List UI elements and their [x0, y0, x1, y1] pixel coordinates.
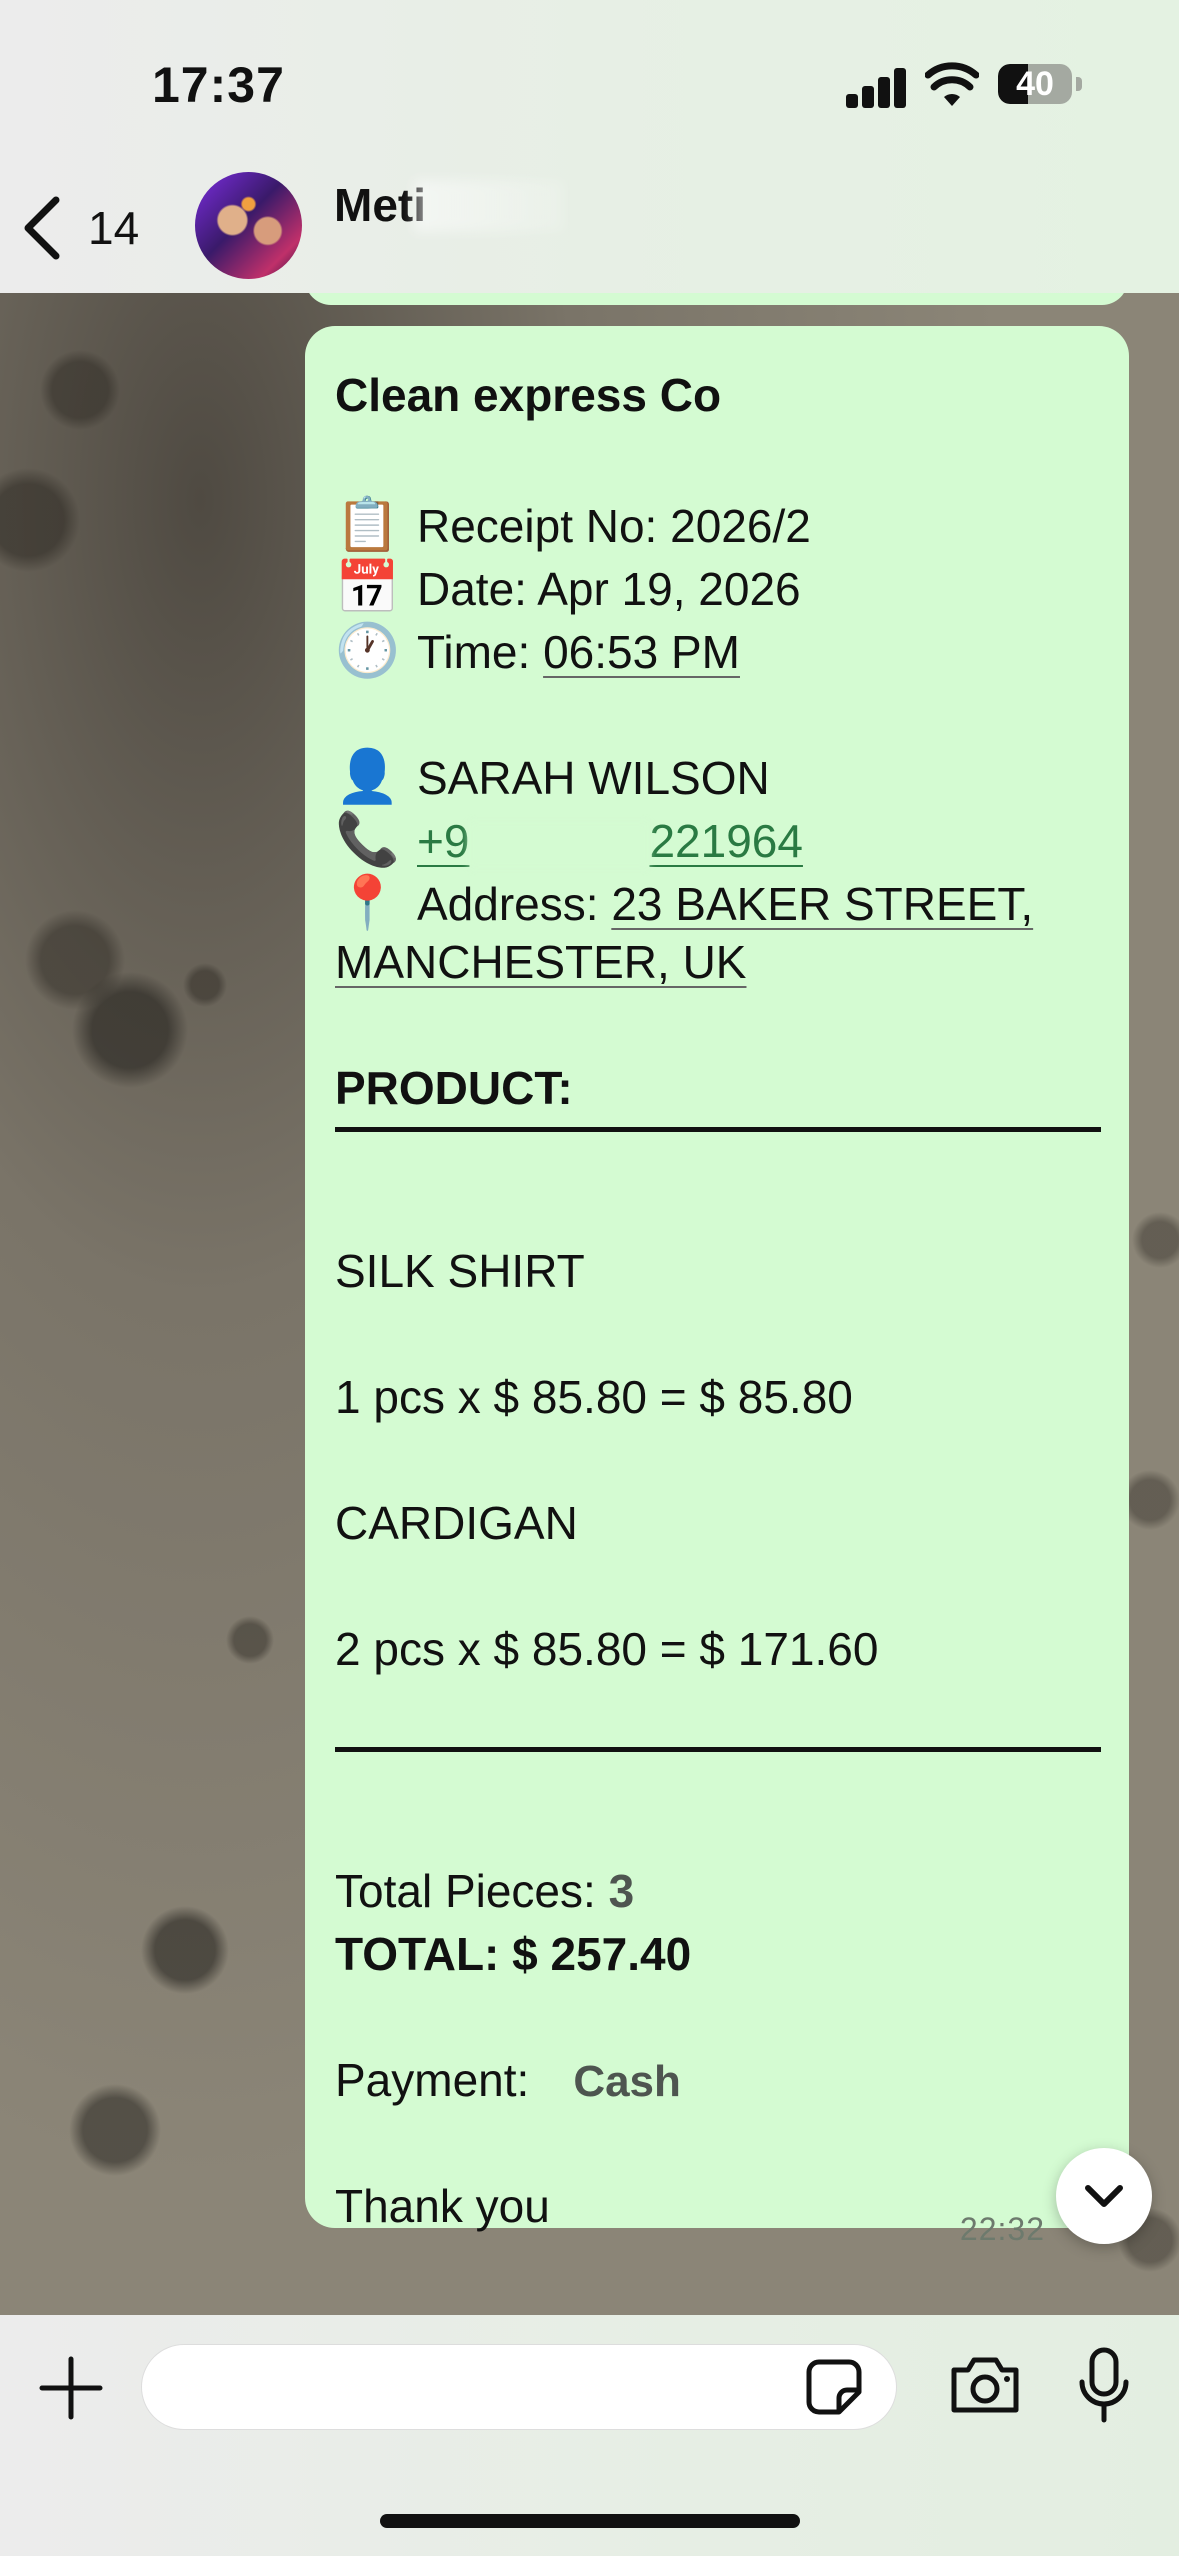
- status-time: 17:37: [152, 57, 285, 113]
- person-icon: 👤: [335, 748, 400, 806]
- payment-method: Cash: [573, 2057, 681, 2106]
- scroll-to-bottom-button[interactable]: [1056, 2148, 1152, 2244]
- pin-icon: 📍: [335, 874, 400, 932]
- total-amount: TOTAL: $ 257.40: [335, 1928, 692, 1980]
- total-pieces-label: Total Pieces:: [335, 1865, 609, 1917]
- camera-icon[interactable]: [948, 2352, 1022, 2418]
- time-link[interactable]: 06:53 PM: [543, 626, 740, 678]
- battery-icon: 40: [998, 64, 1072, 104]
- receipt-line: 📋 Receipt No: 2026/2: [335, 494, 811, 555]
- phone-icon: 📞: [335, 811, 400, 869]
- contact-avatar[interactable]: [195, 172, 302, 279]
- address-label: Address:: [417, 878, 612, 930]
- chevron-left-icon: [24, 196, 60, 260]
- battery-level: 40: [1016, 65, 1054, 103]
- message-timestamp: 22:32: [959, 2211, 1045, 2247]
- item-name: CARDIGAN: [335, 1497, 578, 1549]
- divider-bottom: [335, 1747, 1101, 1752]
- chat-area[interactable]: Clean express Co 📋 Receipt No: 2026/2 📅 Da…: [0, 293, 1179, 2315]
- thank-you-text: Thank you: [335, 2180, 550, 2232]
- phone-line: 📞 +9 221964: [335, 809, 803, 870]
- time-label: Time:: [417, 626, 544, 678]
- address-link-line1[interactable]: 23 BAKER STREET,: [611, 878, 1033, 930]
- item-calc: 1 pcs x $ 85.80 = $ 85.80: [335, 1371, 853, 1423]
- divider-top: [335, 1127, 1101, 1132]
- phone-suffix: 221964: [649, 815, 803, 867]
- customer-line: 👤 SARAH WILSON: [335, 746, 770, 807]
- receipt-number: Receipt No: 2026/2: [417, 500, 811, 552]
- status-bar: 17:37 40: [0, 0, 1179, 150]
- phone-prefix: +9: [417, 815, 470, 867]
- calendar-icon: 📅: [335, 559, 400, 617]
- total-pieces-line: Total Pieces: 3: [335, 1864, 634, 1918]
- contact-name[interactable]: Meti: [334, 178, 426, 232]
- product-heading: PRODUCT:: [335, 1062, 573, 1114]
- customer-name: SARAH WILSON: [417, 752, 770, 804]
- home-indicator[interactable]: [380, 2514, 800, 2528]
- previous-message-bubble[interactable]: [305, 293, 1128, 305]
- address-line2: MANCHESTER, UK: [335, 935, 746, 989]
- unread-count: 14: [88, 202, 140, 254]
- address-link-line2[interactable]: MANCHESTER, UK: [335, 936, 746, 988]
- clock-icon: 🕐: [335, 622, 400, 680]
- clipboard-icon: 📋: [335, 496, 400, 554]
- message-bubble[interactable]: Clean express Co 📋 Receipt No: 2026/2 📅 Da…: [305, 326, 1129, 2247]
- company-name: Clean express Co: [335, 369, 722, 421]
- redacted-phone: [469, 821, 650, 868]
- redacted-name: [414, 180, 564, 232]
- microphone-icon[interactable]: [1076, 2346, 1132, 2426]
- payment-label: Payment:: [335, 2054, 530, 2106]
- item-calc: 2 pcs x $ 85.80 = $ 171.60: [335, 1623, 879, 1675]
- chevron-down-icon: [1085, 2185, 1123, 2207]
- time-line: 🕐 Time: 06:53 PM: [335, 620, 740, 681]
- total-pieces-value: 3: [608, 1865, 635, 1917]
- payment-line: Payment: Cash: [335, 2053, 681, 2107]
- sticker-icon[interactable]: [805, 2358, 863, 2416]
- cellular-signal-icon: [846, 66, 906, 108]
- battery-cap: [1076, 77, 1082, 91]
- item-name: SILK SHIRT: [335, 1245, 585, 1297]
- message-input[interactable]: [141, 2344, 897, 2430]
- address-line: 📍 Address: 23 BAKER STREET,: [335, 872, 1033, 933]
- wifi-icon: [925, 62, 979, 106]
- date-line: 📅 Date: Apr 19, 2026: [335, 557, 801, 618]
- plus-icon[interactable]: [38, 2355, 104, 2421]
- phone-link[interactable]: +9 221964: [417, 815, 803, 868]
- receipt-date: Date: Apr 19, 2026: [417, 563, 801, 615]
- back-button[interactable]: 14: [20, 192, 170, 264]
